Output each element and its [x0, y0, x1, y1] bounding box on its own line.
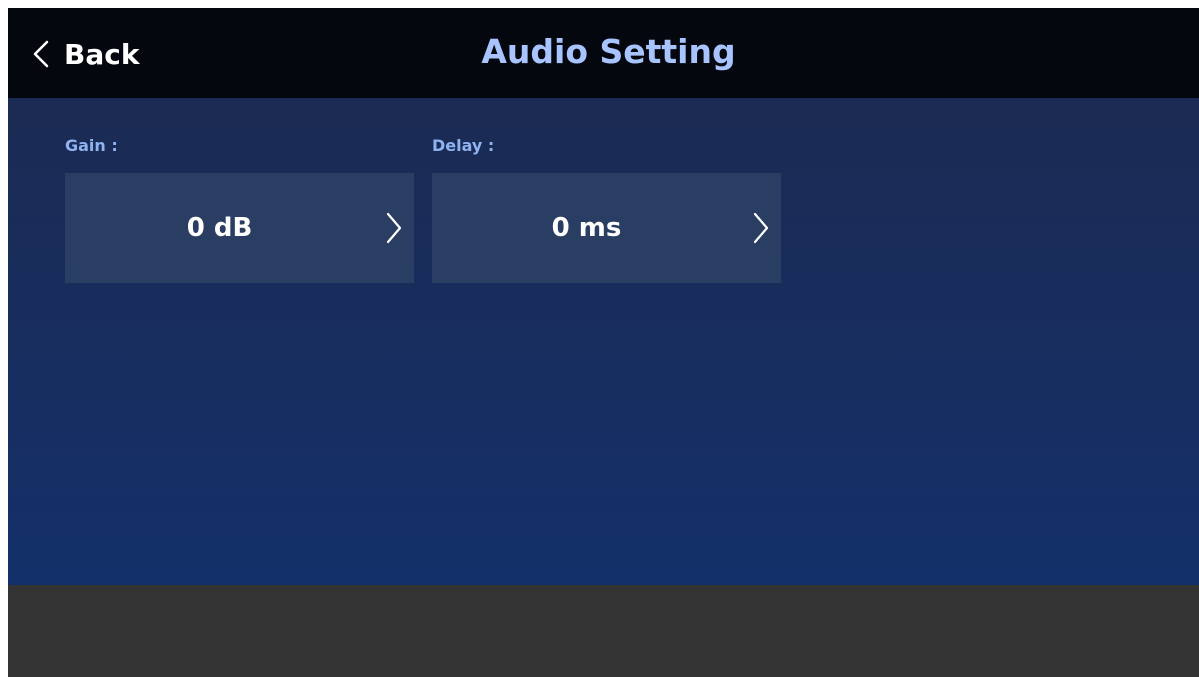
audio-setting-screen: Back Audio Setting Gain : 0 dB Delay : 0… — [8, 8, 1199, 677]
delay-value: 0 ms — [551, 213, 622, 243]
delay-label: Delay : — [432, 136, 495, 155]
settings-panel: Gain : 0 dB Delay : 0 ms — [8, 98, 1199, 585]
delay-selector[interactable]: 0 ms — [432, 173, 781, 283]
footer-bar — [8, 585, 1199, 677]
header-bar: Back Audio Setting — [8, 8, 1199, 98]
gain-label: Gain : — [65, 136, 118, 155]
chevron-right-icon — [753, 212, 769, 244]
gain-value: 0 dB — [186, 213, 253, 243]
chevron-right-icon — [386, 212, 402, 244]
gain-selector[interactable]: 0 dB — [65, 173, 414, 283]
page-title: Audio Setting — [481, 32, 736, 71]
